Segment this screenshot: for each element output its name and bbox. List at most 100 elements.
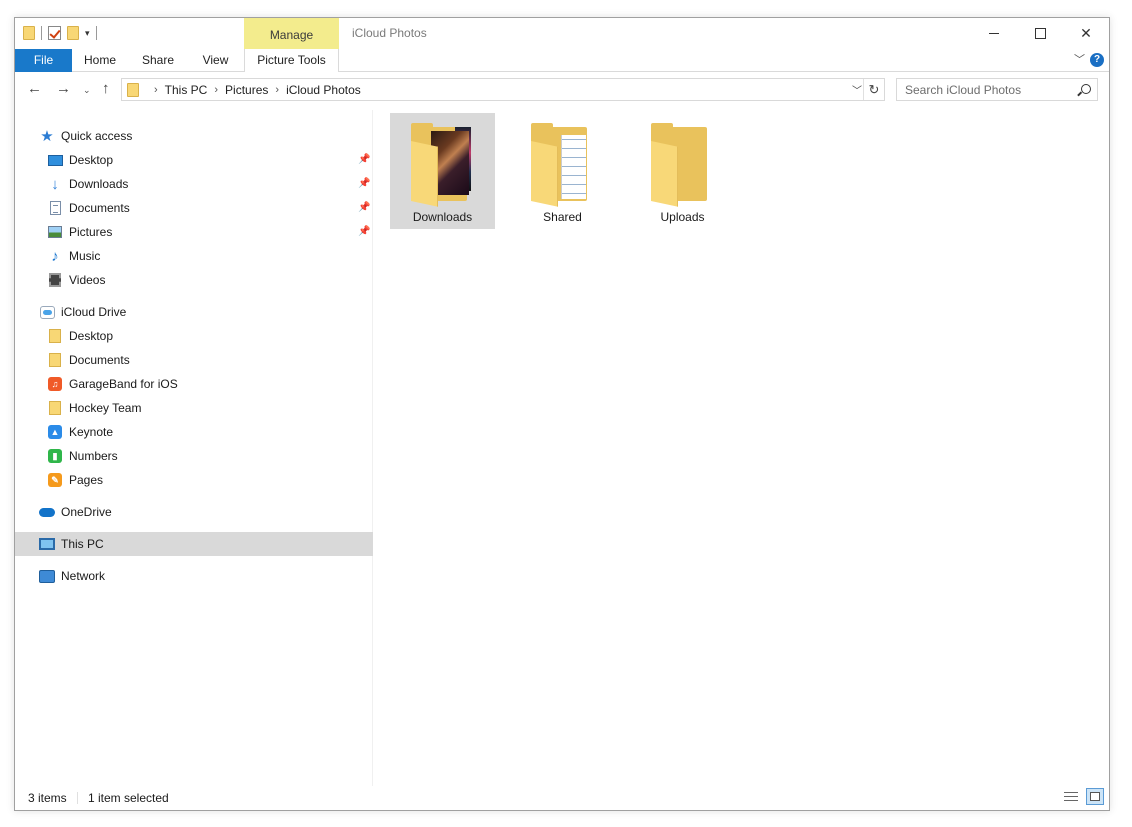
nav-label: Desktop	[69, 153, 114, 167]
chevron-down-icon[interactable]: ﹀	[852, 82, 862, 97]
search-icon	[1081, 84, 1091, 94]
up-arrow-icon[interactable]: ↑	[102, 80, 110, 97]
toolbar-separator	[41, 26, 42, 40]
tab-file[interactable]: File	[15, 49, 72, 72]
nav-icloud-pages[interactable]: ✎ Pages	[15, 468, 373, 492]
chevron-right-icon[interactable]: ›	[154, 84, 158, 96]
maximize-button[interactable]	[1017, 18, 1063, 48]
navigation-pane: ★ Quick access Desktop 📌 ↓ Downloads 📌 D…	[15, 110, 373, 786]
nav-icloud-keynote[interactable]: ▲ Keynote	[15, 420, 373, 444]
nav-this-pc[interactable]: This PC	[15, 532, 373, 556]
help-icon[interactable]: ?	[1090, 53, 1104, 67]
nav-label: Documents	[69, 353, 130, 367]
nav-network[interactable]: Network	[15, 564, 373, 588]
document-icon	[49, 201, 61, 215]
network-icon	[39, 569, 55, 583]
address-bar[interactable]: › This PC › Pictures › iCloud Photos ﹀ ↻	[121, 78, 885, 101]
folder-with-photos-icon	[411, 123, 471, 207]
nav-label: Desktop	[69, 329, 114, 343]
tab-picture-tools[interactable]: Picture Tools	[244, 49, 339, 72]
item-count: 3 items	[28, 791, 67, 805]
nav-qa-music[interactable]: ♪ Music	[15, 244, 373, 268]
nav-label: Hockey Team	[69, 401, 142, 415]
folder-tile-shared[interactable]: Shared	[510, 113, 615, 229]
close-button[interactable]: ✕	[1063, 18, 1109, 48]
tab-home[interactable]: Home	[72, 49, 128, 72]
nav-qa-videos[interactable]: Videos	[15, 268, 373, 292]
large-icons-view-icon[interactable]	[1086, 788, 1104, 805]
details-view-icon[interactable]	[1063, 790, 1079, 804]
status-separator	[77, 792, 78, 804]
folder-name: Shared	[543, 210, 582, 224]
quick-access-toolbar: ▾	[23, 24, 97, 42]
tab-share[interactable]: Share	[128, 49, 188, 72]
nav-qa-desktop[interactable]: Desktop 📌	[15, 148, 373, 172]
close-icon: ✕	[1080, 24, 1092, 41]
star-icon: ★	[40, 128, 54, 145]
keynote-icon: ▲	[48, 425, 62, 439]
nav-label: GarageBand for iOS	[69, 377, 178, 391]
tab-view[interactable]: View	[188, 49, 243, 72]
folder-icon	[49, 329, 61, 343]
pin-icon[interactable]: 📌	[358, 178, 370, 189]
nav-qa-downloads[interactable]: ↓ Downloads 📌	[15, 172, 373, 196]
window-title: iCloud Photos	[352, 26, 427, 40]
desktop-icon	[47, 154, 63, 166]
folder-icon	[651, 123, 711, 207]
maximize-icon	[1034, 27, 1046, 39]
folder-with-documents-icon	[531, 123, 591, 207]
nav-label: This PC	[61, 537, 104, 551]
pictures-icon	[48, 226, 62, 238]
folder-tile-uploads[interactable]: Uploads	[630, 113, 735, 229]
chevron-right-icon[interactable]: ›	[214, 84, 218, 96]
new-folder-icon[interactable]	[67, 26, 79, 40]
forward-arrow-icon[interactable]: →	[56, 80, 71, 97]
properties-icon[interactable]	[48, 26, 61, 40]
nav-icloud-drive[interactable]: iCloud Drive	[15, 300, 373, 324]
recent-locations-icon[interactable]: ⌄	[83, 85, 91, 96]
customize-toolbar-icon[interactable]: ▾	[85, 28, 90, 39]
search-input[interactable]: Search iCloud Photos	[896, 78, 1098, 101]
breadcrumb-pictures[interactable]: Pictures	[225, 83, 268, 97]
selection-count: 1 item selected	[88, 791, 169, 805]
nav-label: Pages	[69, 473, 104, 487]
nav-icloud-documents[interactable]: Documents	[15, 348, 373, 372]
nav-quick-access[interactable]: ★ Quick access	[15, 124, 373, 148]
pin-icon[interactable]: 📌	[358, 154, 370, 165]
icloud-drive-icon	[39, 305, 55, 319]
expand-ribbon-icon[interactable]: ﹀	[1074, 51, 1085, 67]
nav-label: Pictures	[69, 225, 113, 239]
breadcrumb-this-pc[interactable]: This PC	[165, 83, 208, 97]
folder-tile-downloads[interactable]: Downloads	[390, 113, 495, 229]
pages-icon: ✎	[48, 473, 62, 487]
nav-icloud-hockey-team[interactable]: Hockey Team	[15, 396, 373, 420]
nav-label: Downloads	[69, 177, 129, 191]
download-arrow-icon: ↓	[51, 175, 59, 193]
nav-icloud-numbers[interactable]: ▮ Numbers	[15, 444, 373, 468]
pin-icon[interactable]: 📌	[358, 226, 370, 237]
nav-label: Network	[61, 569, 106, 583]
nav-label: Music	[69, 249, 101, 263]
status-bar: 3 items 1 item selected	[15, 786, 1109, 810]
nav-qa-pictures[interactable]: Pictures 📌	[15, 220, 373, 244]
nav-onedrive[interactable]: OneDrive	[15, 500, 373, 524]
nav-icloud-garageband[interactable]: ♫ GarageBand for iOS	[15, 372, 373, 396]
breadcrumb-icloud-photos[interactable]: iCloud Photos	[286, 83, 361, 97]
chevron-right-icon[interactable]: ›	[275, 84, 279, 96]
file-list: Downloads Shared Uploads	[375, 110, 1109, 786]
nav-icloud-desktop[interactable]: Desktop	[15, 324, 373, 348]
nav-qa-documents[interactable]: Documents 📌	[15, 196, 373, 220]
minimize-button[interactable]	[971, 18, 1017, 48]
navigation-bar: ← → ⌄ ↑ › This PC › Pictures › iCloud Ph…	[15, 72, 1109, 108]
back-arrow-icon[interactable]: ←	[27, 80, 42, 97]
folder-name: Downloads	[412, 210, 473, 224]
nav-label: Documents	[69, 201, 130, 215]
manage-tab-group: Manage	[244, 18, 339, 49]
pin-icon[interactable]: 📌	[358, 202, 370, 213]
onedrive-cloud-icon	[39, 507, 55, 517]
nav-label: Keynote	[69, 425, 114, 439]
computer-icon	[39, 538, 55, 550]
folder-icon	[49, 401, 61, 415]
refresh-icon[interactable]: ↻	[863, 79, 884, 100]
search-placeholder: Search iCloud Photos	[905, 83, 1022, 97]
